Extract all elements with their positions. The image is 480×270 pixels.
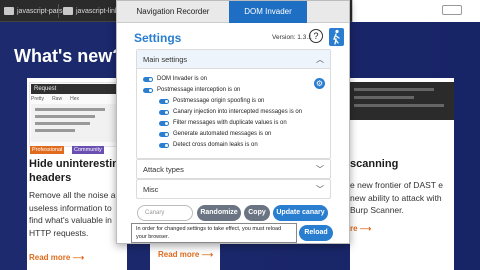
option-automated-messages[interactable]: Generate automated messages is on [159, 131, 271, 137]
chevron-down-icon: ﹀ [316, 185, 324, 194]
toggle-switch[interactable] [159, 142, 169, 148]
article-title[interactable]: scanning [350, 158, 398, 170]
tag-community: Community [72, 146, 104, 154]
reload-button[interactable]: Reload [299, 225, 333, 241]
article-card-middle[interactable]: Read more ⟶ [150, 243, 220, 270]
folder-icon [4, 7, 14, 15]
tab-dom-invader[interactable]: DOM Invader [229, 1, 307, 23]
option-canary-injection[interactable]: Canary injection into intercepted messag… [159, 109, 302, 115]
misc-section[interactable]: Misc ﹀ [136, 179, 331, 199]
read-more-link[interactable]: Read more ⟶ [158, 250, 213, 259]
main-settings-section: Main settings ︿ DOM Invader is on Postme… [136, 49, 331, 159]
folder-icon [63, 7, 73, 15]
toggle-switch[interactable] [159, 120, 169, 126]
tag-professional: Professional [30, 146, 65, 154]
read-more-link[interactable]: Read more ⟶ [29, 253, 84, 262]
option-label: Postmessage interception is on [157, 87, 241, 93]
article-description: e new frontier of DAST e new ability to … [350, 180, 443, 215]
read-more-link[interactable]: re ⟶ [350, 224, 371, 233]
chevron-up-icon: ︿ [316, 55, 324, 64]
code-line [35, 108, 105, 111]
article-description: Remove all the noise and useless informa… [29, 190, 125, 238]
copy-button[interactable]: Copy [244, 205, 270, 221]
code-line [35, 129, 75, 132]
gear-icon[interactable]: ⚙ [314, 78, 325, 89]
walking-figure-icon [333, 29, 340, 45]
settings-title: Settings [134, 31, 182, 45]
article-title-line: Hide uninteresting [29, 158, 126, 170]
option-dom-invader[interactable]: DOM Invader is on [143, 76, 207, 82]
option-label: Canary injection into intercepted messag… [173, 109, 303, 115]
toggle-switch[interactable] [143, 76, 153, 82]
toggle-switch[interactable] [159, 131, 169, 137]
misc-header[interactable]: Misc ﹀ [137, 180, 330, 199]
bookmark-divider [58, 4, 59, 18]
option-label: Detect cross domain leaks is on [173, 142, 258, 148]
screenshot-table [350, 120, 454, 147]
article-title[interactable]: Hide uninteresting headers [29, 157, 126, 185]
chevron-down-icon: ﹀ [316, 165, 324, 174]
screenshot-row [354, 88, 434, 91]
popup-tabs: Navigation Recorder DOM Invader [117, 1, 349, 23]
window-icon[interactable] [442, 5, 462, 15]
toggle-switch[interactable] [159, 98, 169, 104]
randomize-button[interactable]: Randomize [197, 205, 241, 221]
option-postmessage-interception[interactable]: Postmessage interception is on [143, 87, 240, 93]
article-card-right[interactable]: scanning e new frontier of DAST e new ab… [350, 78, 454, 270]
option-label: Generate automated messages is on [173, 131, 272, 137]
attack-types-header[interactable]: Attack types ﹀ [137, 160, 330, 179]
dom-invader-logo-icon [329, 28, 344, 46]
reload-tooltip: In order for changed settings to take ef… [131, 223, 297, 243]
screenshot-row [354, 104, 444, 107]
option-label: Filter messages with duplicate values is… [173, 120, 287, 126]
main-settings-header[interactable]: Main settings ︿ [137, 50, 330, 69]
bookmark-javascript-links[interactable]: javascript-links [63, 4, 122, 18]
canary-input[interactable]: Canary [137, 205, 193, 221]
request-tabs: Pretty Raw Hex [31, 96, 79, 102]
request-tab: Hex [70, 96, 79, 102]
browser-toolbar-right [352, 0, 480, 22]
code-line [35, 115, 95, 118]
option-cross-domain-leaks[interactable]: Detect cross domain leaks is on [159, 142, 258, 148]
toggle-switch[interactable] [143, 87, 153, 93]
page-heading: What's new? [14, 46, 124, 66]
section-label: Attack types [143, 165, 184, 174]
article-title-line: headers [29, 172, 72, 184]
request-tab: Pretty [31, 96, 45, 102]
attack-types-section[interactable]: Attack types ﹀ [136, 159, 331, 179]
code-line [35, 122, 90, 125]
section-label: Main settings [143, 55, 188, 64]
request-title: Request [31, 84, 121, 94]
bookmark-label: javascript-parse [17, 7, 67, 15]
option-label: DOM Invader is on [157, 76, 208, 82]
request-tab: Raw [52, 96, 63, 102]
request-code [31, 104, 121, 142]
option-label: Postmessage origin spoofing is on [173, 98, 265, 104]
option-filter-duplicates[interactable]: Filter messages with duplicate values is… [159, 120, 287, 126]
section-label: Misc [143, 185, 159, 194]
toggle-switch[interactable] [159, 109, 169, 115]
update-canary-button[interactable]: Update canary [273, 205, 328, 221]
article-card-left[interactable]: Request Pretty Raw Hex Hide uninterestin… [27, 78, 127, 270]
help-button[interactable]: ? [309, 29, 323, 43]
tab-navigation-recorder[interactable]: Navigation Recorder [117, 1, 229, 23]
option-origin-spoofing[interactable]: Postmessage origin spoofing is on [159, 98, 264, 104]
screenshot-row [354, 96, 414, 99]
article-screenshot [350, 82, 454, 147]
version-label: Version: 1.3.1 [272, 34, 312, 41]
